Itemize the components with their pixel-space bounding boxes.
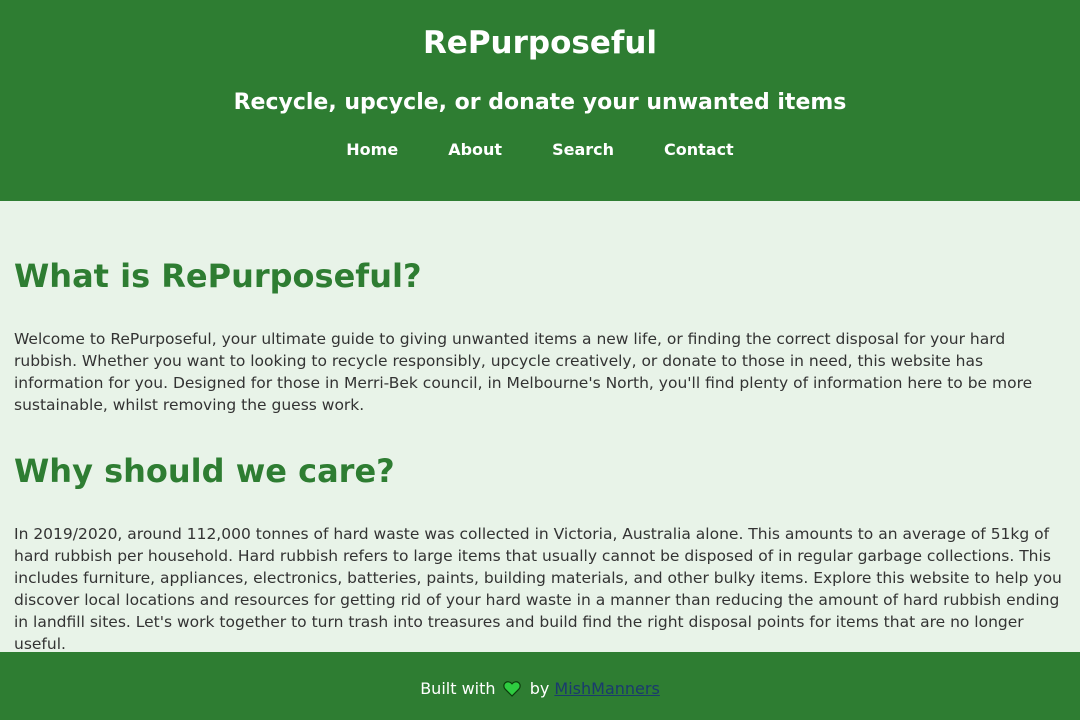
section-heading-what-is: What is RePurposeful? (14, 257, 422, 295)
section-text-what-is: Welcome to RePurposeful, your ultimate g… (14, 330, 1033, 414)
site-footer: Built with by MishManners (0, 652, 1080, 720)
footer-by: by (529, 679, 550, 698)
section-heading-why-care: Why should we care? (14, 452, 395, 490)
nav-link-contact[interactable]: Contact (639, 139, 759, 161)
author-link[interactable]: MishManners (554, 679, 659, 698)
section-text-why-care: In 2019/2020, around 112,000 tonnes of h… (14, 525, 1062, 653)
nav-link-search[interactable]: Search (527, 139, 639, 161)
nav-link-home[interactable]: Home (321, 139, 423, 161)
main-nav: Home About Search Contact (0, 139, 1080, 161)
footer-credit: Built with by MishManners (0, 678, 1080, 703)
site-title: RePurposeful (422, 25, 658, 61)
nav-link-about[interactable]: About (423, 139, 527, 161)
site-tagline: Recycle, upcycle, or donate your unwante… (233, 90, 847, 115)
heart-icon (502, 681, 521, 703)
site-header: RePurposeful Recycle, upcycle, or donate… (0, 0, 1080, 201)
footer-prefix: Built with (420, 679, 496, 698)
